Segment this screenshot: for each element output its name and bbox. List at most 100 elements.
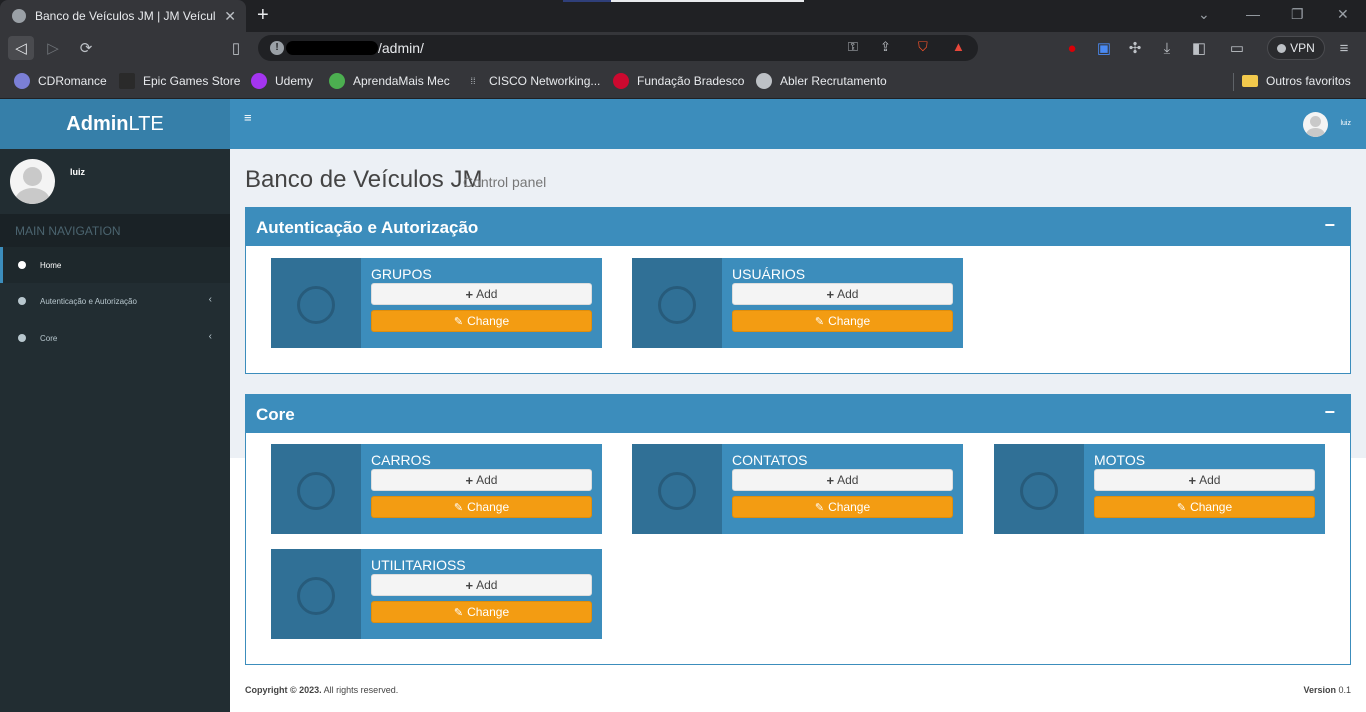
- model-icon: [271, 444, 361, 534]
- pencil-icon: ✎: [1176, 501, 1187, 514]
- sidebar-toggle-icon[interactable]: ◧: [1186, 36, 1212, 60]
- bookmark-cdromance[interactable]: CDRomance: [14, 72, 107, 90]
- reload-icon[interactable]: ⟳: [73, 36, 99, 60]
- change-button[interactable]: ✎ Change: [371, 310, 592, 332]
- wallet-icon[interactable]: ▭: [1224, 36, 1250, 60]
- brave-rewards-icon[interactable]: ▲: [952, 39, 965, 54]
- model-card-contatos: CONTATOS + Add ✎ Change: [632, 444, 963, 534]
- close-window-icon[interactable]: ✕: [1337, 6, 1349, 23]
- box-title: Autenticação e Autorização: [256, 218, 479, 237]
- plus-icon: +: [1188, 472, 1197, 488]
- pencil-icon: ✎: [453, 501, 464, 514]
- model-card-grupos: GRUPOS + Add ✎ Change: [271, 258, 602, 348]
- download-icon[interactable]: ⤓: [1154, 36, 1180, 60]
- main-sidebar: AdminLTE luiz MAIN NAVIGATION Home Auten…: [0, 99, 230, 712]
- restore-icon[interactable]: ❐: [1291, 6, 1304, 23]
- tab-search-icon[interactable]: ⌄: [1198, 6, 1210, 23]
- page-subtitle: Control panel: [463, 174, 547, 190]
- plus-icon: +: [826, 472, 835, 488]
- other-bookmarks-folder[interactable]: Outros favoritos: [1242, 72, 1351, 90]
- model-icon: [271, 258, 361, 348]
- brave-shield-icon[interactable]: ⛉: [918, 39, 928, 55]
- key-icon[interactable]: ⚿: [848, 39, 858, 55]
- collapse-button[interactable]: −: [1324, 215, 1335, 236]
- change-button[interactable]: ✎ Change: [732, 310, 953, 332]
- admin-page: AdminLTE luiz MAIN NAVIGATION Home Auten…: [0, 99, 1366, 712]
- dashboard-icon: [18, 261, 26, 269]
- bookmark-fundacao-bradesco[interactable]: Fundação Bradesco: [613, 72, 744, 90]
- epic-games-icon: [119, 73, 135, 89]
- bookmark-udemy[interactable]: Udemy: [251, 72, 313, 90]
- add-button[interactable]: + Add: [732, 469, 953, 491]
- avatar: [10, 159, 55, 204]
- circle-icon: [18, 297, 26, 305]
- pencil-icon: ✎: [453, 606, 464, 619]
- box-header: Autenticação e Autorização −: [246, 208, 1350, 246]
- cisco-icon: ⁞⁞: [470, 76, 476, 86]
- bookmark-icon[interactable]: ▯: [223, 36, 249, 60]
- new-tab-button[interactable]: +: [257, 4, 269, 26]
- plus-icon: +: [826, 286, 835, 302]
- change-button[interactable]: ✎ Change: [1094, 496, 1315, 518]
- change-button[interactable]: ✎ Change: [732, 496, 953, 518]
- sidebar-item-home[interactable]: Home: [0, 247, 230, 283]
- logo[interactable]: AdminLTE: [0, 99, 230, 149]
- add-button[interactable]: + Add: [732, 283, 953, 305]
- sidebar-item-label: Core: [40, 333, 58, 343]
- back-icon[interactable]: ◁: [8, 36, 34, 60]
- translate-extension-icon[interactable]: ▣: [1091, 36, 1117, 60]
- footer-copyright: Copyright © 2023. All rights reserved.: [245, 685, 399, 695]
- header-avatar[interactable]: [1303, 112, 1328, 137]
- address-bar[interactable]: ! /admin/ ⚿ ⇪ ⛉ ▲: [258, 35, 978, 61]
- site-info-icon[interactable]: !: [270, 41, 284, 55]
- model-card-utilitarioss: UTILITARIOSS + Add ✎ Change: [271, 549, 602, 639]
- close-tab-icon[interactable]: ✕: [224, 8, 236, 25]
- browser-tab-active[interactable]: Banco de Veículos JM | JM Veícul ✕: [0, 0, 246, 32]
- folder-icon: [1242, 75, 1258, 87]
- add-button[interactable]: + Add: [371, 574, 592, 596]
- bookmarks-divider: [1233, 73, 1234, 91]
- bradesco-icon: [613, 73, 629, 89]
- model-icon: [632, 444, 722, 534]
- model-card-motos: MOTOS + Add ✎ Change: [994, 444, 1325, 534]
- browser-tab-strip: Banco de Veículos JM | JM Veícul ✕ + ⌄ —…: [0, 0, 1366, 32]
- model-card-carros: CARROS + Add ✎ Change: [271, 444, 602, 534]
- change-button[interactable]: ✎ Change: [371, 601, 592, 623]
- model-icon: [994, 444, 1084, 534]
- sidebar-item-core[interactable]: Core ‹: [0, 320, 230, 356]
- footer-version: Version 0.1: [1303, 685, 1351, 695]
- bookmark-aprendamais[interactable]: AprendaMais Mec: [329, 72, 450, 90]
- globe-icon: [12, 9, 26, 23]
- pencil-icon: ✎: [814, 315, 825, 328]
- add-button[interactable]: + Add: [1094, 469, 1315, 491]
- pencil-icon: ✎: [814, 501, 825, 514]
- url-text[interactable]: /admin/: [378, 40, 424, 56]
- share-icon[interactable]: ⇪: [880, 39, 891, 55]
- add-button[interactable]: + Add: [371, 469, 592, 491]
- add-button[interactable]: + Add: [371, 283, 592, 305]
- header-user-name[interactable]: luiz: [1340, 120, 1351, 127]
- change-button[interactable]: ✎ Change: [371, 496, 592, 518]
- vpn-button[interactable]: VPN: [1267, 36, 1325, 60]
- mega-extension-icon[interactable]: ●: [1059, 36, 1085, 60]
- aprendamais-icon: [329, 73, 345, 89]
- model-title: USUÁRIOS: [732, 266, 806, 282]
- forward-icon[interactable]: ▷: [40, 36, 66, 60]
- circle-icon: [18, 334, 26, 342]
- box-title: Core: [256, 405, 295, 424]
- plus-icon: +: [465, 577, 474, 593]
- bookmark-epic-games[interactable]: Epic Games Store: [119, 72, 240, 90]
- model-title: GRUPOS: [371, 266, 432, 282]
- chevron-left-icon: ‹: [208, 331, 212, 342]
- minimize-icon[interactable]: —: [1246, 6, 1260, 22]
- sidebar-toggle-button[interactable]: ≡: [244, 110, 252, 125]
- tab-strip-highlight: [563, 0, 611, 2]
- menu-icon[interactable]: ≡: [1331, 36, 1357, 60]
- bookmark-cisco[interactable]: ⁞⁞ CISCO Networking...: [465, 72, 600, 90]
- extensions-puzzle-icon[interactable]: ✣: [1122, 36, 1148, 60]
- bookmark-abler[interactable]: Abler Recrutamento: [756, 72, 887, 90]
- collapse-button[interactable]: −: [1324, 402, 1335, 423]
- plus-icon: +: [465, 472, 474, 488]
- chevron-left-icon: ‹: [208, 294, 212, 305]
- sidebar-item-auth[interactable]: Autenticação e Autorização ‹: [0, 283, 230, 319]
